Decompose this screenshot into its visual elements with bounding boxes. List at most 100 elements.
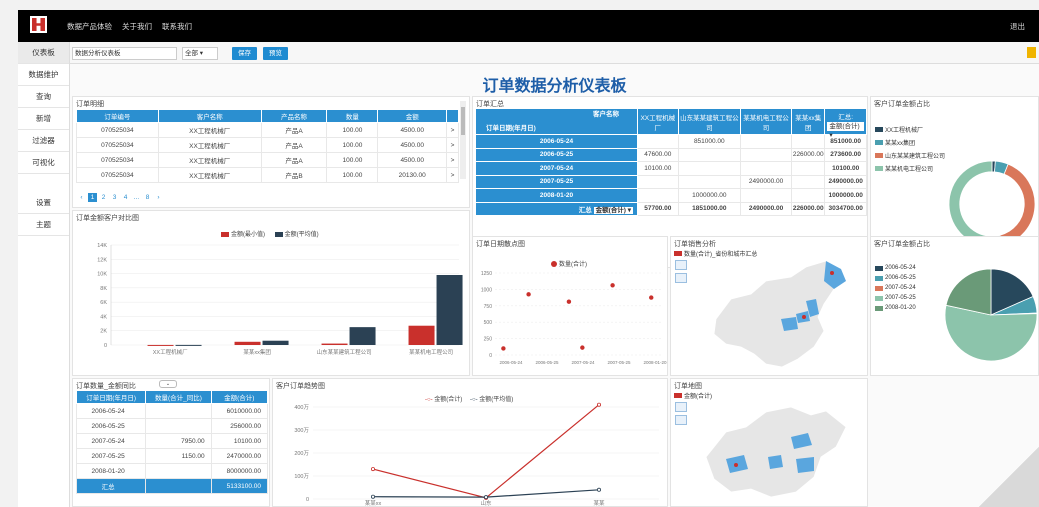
bar[interactable]: [262, 340, 289, 345]
bar-chart[interactable]: 0 2K 4K 6K 8K 10K 12K 14K XX工程机械厂 某某xx集团 山东某某建筑工程公…: [73, 231, 469, 375]
table-row[interactable]: 2007-05-25 2490000.00 2490000.00: [475, 174, 867, 189]
col-header[interactable]: 某某机电工程公司: [740, 108, 793, 135]
page-4[interactable]: 4: [121, 193, 130, 202]
preview-button[interactable]: 预览: [263, 47, 288, 60]
scatter-point[interactable]: [649, 295, 654, 300]
table-row[interactable]: 2007-05-24 10100.00 10100.00: [475, 161, 867, 176]
table-row[interactable]: 070525034 XX工程机械厂 产品A 100.00 4500.00 >: [76, 122, 459, 138]
table-row[interactable]: 2008-01-20 8000000.00: [75, 463, 269, 479]
legend-item[interactable]: 2007-05-24: [875, 285, 916, 291]
menu-item-data[interactable]: 数据维护: [18, 64, 69, 86]
bar[interactable]: [408, 325, 435, 345]
scatter-point[interactable]: [566, 299, 572, 304]
china-map[interactable]: [696, 259, 861, 374]
bar[interactable]: [436, 275, 463, 345]
total-select[interactable]: 金额(合计) ▾: [827, 122, 864, 139]
table-row[interactable]: 2008-01-20 1000000.00 1000000.00: [475, 188, 867, 203]
cell: 2490000.00: [740, 201, 793, 216]
menu-item-new[interactable]: 新增: [18, 108, 69, 130]
exit-link[interactable]: 退出: [1010, 21, 1025, 32]
scatter-point[interactable]: [610, 283, 615, 288]
page-3[interactable]: 3: [110, 193, 119, 202]
map-tool-icon[interactable]: [675, 415, 687, 425]
menu-item-dashboard[interactable]: 仪表板: [18, 42, 69, 64]
legend-item[interactable]: XX工程机械厂: [875, 125, 945, 134]
scatter-chart[interactable]: 0 250 500 750 1000 1250 2006-05-24 2006-05-25 20…: [473, 257, 668, 376]
table-row[interactable]: 2006-05-24 6010000.00: [75, 403, 269, 419]
nav-item[interactable]: 联系我们: [162, 21, 192, 32]
line-chart[interactable]: 0 100万 200万 300万 400万某某xx 山东 某某: [273, 395, 667, 507]
col-header[interactable]: 产品名称: [260, 109, 328, 123]
donut-slice[interactable]: [999, 163, 1036, 247]
page-1[interactable]: 1: [88, 193, 97, 202]
legend-item[interactable]: 2008-01-20: [875, 305, 916, 311]
top-nav: 数据产品体验 关于我们 联系我们: [67, 21, 192, 32]
menu-item-filter[interactable]: 过滤器: [18, 130, 69, 152]
page-prev[interactable]: ‹: [77, 193, 86, 202]
legend-item[interactable]: 2007-05-25: [875, 295, 916, 301]
table-row[interactable]: 2007-05-24 7950.00 10100.00: [75, 433, 269, 449]
page-8[interactable]: 8: [143, 193, 152, 202]
province-map[interactable]: [696, 397, 856, 507]
bar[interactable]: [321, 343, 348, 345]
scrollbar[interactable]: [460, 101, 466, 179]
col-header[interactable]: 某某xx集团: [791, 108, 826, 135]
expand-icon[interactable]: >: [446, 167, 459, 183]
col-header[interactable]: 订单编号: [76, 109, 159, 123]
legend-item[interactable]: 2006-05-25: [875, 275, 916, 281]
expand-icon[interactable]: >: [446, 152, 459, 168]
scope-select[interactable]: 全部 ▾: [182, 47, 218, 60]
dashboard-name-input[interactable]: 数据分析仪表板: [72, 47, 177, 60]
table-row[interactable]: 2006-05-25 47600.00 226000.00 273600.00: [475, 147, 867, 162]
col-header[interactable]: 金额: [377, 109, 447, 123]
legend-item[interactable]: 某某机电工程公司: [875, 164, 945, 173]
map-tool-icon[interactable]: [675, 260, 687, 270]
table-row[interactable]: 2007-05-25 1150.00 2470000.00: [75, 448, 269, 464]
menu-item-theme[interactable]: 主题: [18, 214, 69, 236]
line-point[interactable]: [596, 487, 601, 492]
map-tool-icon[interactable]: [675, 273, 687, 283]
col-header[interactable]: 金额(合计): [210, 390, 269, 404]
expand-icon[interactable]: >: [446, 122, 459, 138]
pie-chart[interactable]: [943, 267, 1039, 363]
table-row[interactable]: 070525034 XX工程机械厂 产品B 100.00 20130.00 >: [76, 167, 459, 183]
table-row[interactable]: 2006-05-25 256000.00: [75, 418, 269, 434]
sum-select[interactable]: 金额(合计) ▾: [593, 206, 633, 214]
flag-icon[interactable]: [1027, 47, 1036, 58]
nav-item[interactable]: 关于我们: [122, 21, 152, 32]
expand-icon[interactable]: >: [446, 137, 459, 153]
collapse-button[interactable]: ⌄: [159, 380, 177, 388]
save-button[interactable]: 保存: [232, 47, 257, 60]
line-point[interactable]: [483, 495, 488, 500]
col-header[interactable]: 数量: [326, 109, 379, 123]
line-point[interactable]: [371, 494, 376, 499]
col-header[interactable]: 数量(合计_同比): [145, 390, 212, 404]
line-point[interactable]: [596, 402, 601, 407]
col-header[interactable]: 山东某某建筑工程公司: [677, 108, 742, 135]
menu-item-visual[interactable]: 可视化: [18, 152, 69, 174]
donut-slice[interactable]: [948, 160, 1003, 248]
scatter-point[interactable]: [501, 346, 506, 351]
map-tool-icon[interactable]: [675, 402, 687, 412]
legend-item[interactable]: 山东某某建筑工程公司: [875, 151, 945, 160]
scatter-point[interactable]: [580, 345, 585, 350]
page-next[interactable]: ›: [154, 193, 163, 202]
table-row[interactable]: 070525034 XX工程机械厂 产品A 100.00 4500.00 >: [76, 137, 459, 153]
legend-item[interactable]: 2006-05-24: [875, 265, 916, 271]
menu-item-query[interactable]: 查询: [18, 86, 69, 108]
bar[interactable]: [349, 327, 376, 345]
table-row[interactable]: 2006-05-24 851000.00 851000.00: [475, 134, 867, 149]
col-header[interactable]: XX工程机械厂: [637, 108, 679, 135]
scatter-point[interactable]: [526, 292, 531, 297]
table-row[interactable]: 070525034 XX工程机械厂 产品A 100.00 4500.00 >: [76, 152, 459, 168]
page-2[interactable]: 2: [99, 193, 108, 202]
col-header[interactable]: 客户名称: [157, 109, 262, 123]
line-point[interactable]: [371, 467, 376, 472]
col-header[interactable]: 订单日期(年月日): [75, 390, 147, 404]
legend-item[interactable]: 某某xx集团: [875, 138, 945, 147]
menu-item-settings[interactable]: 设置: [18, 192, 69, 214]
bar[interactable]: [234, 341, 261, 345]
nav-item[interactable]: 数据产品体验: [67, 21, 112, 32]
bar[interactable]: [147, 344, 174, 346]
bar[interactable]: [175, 344, 202, 346]
